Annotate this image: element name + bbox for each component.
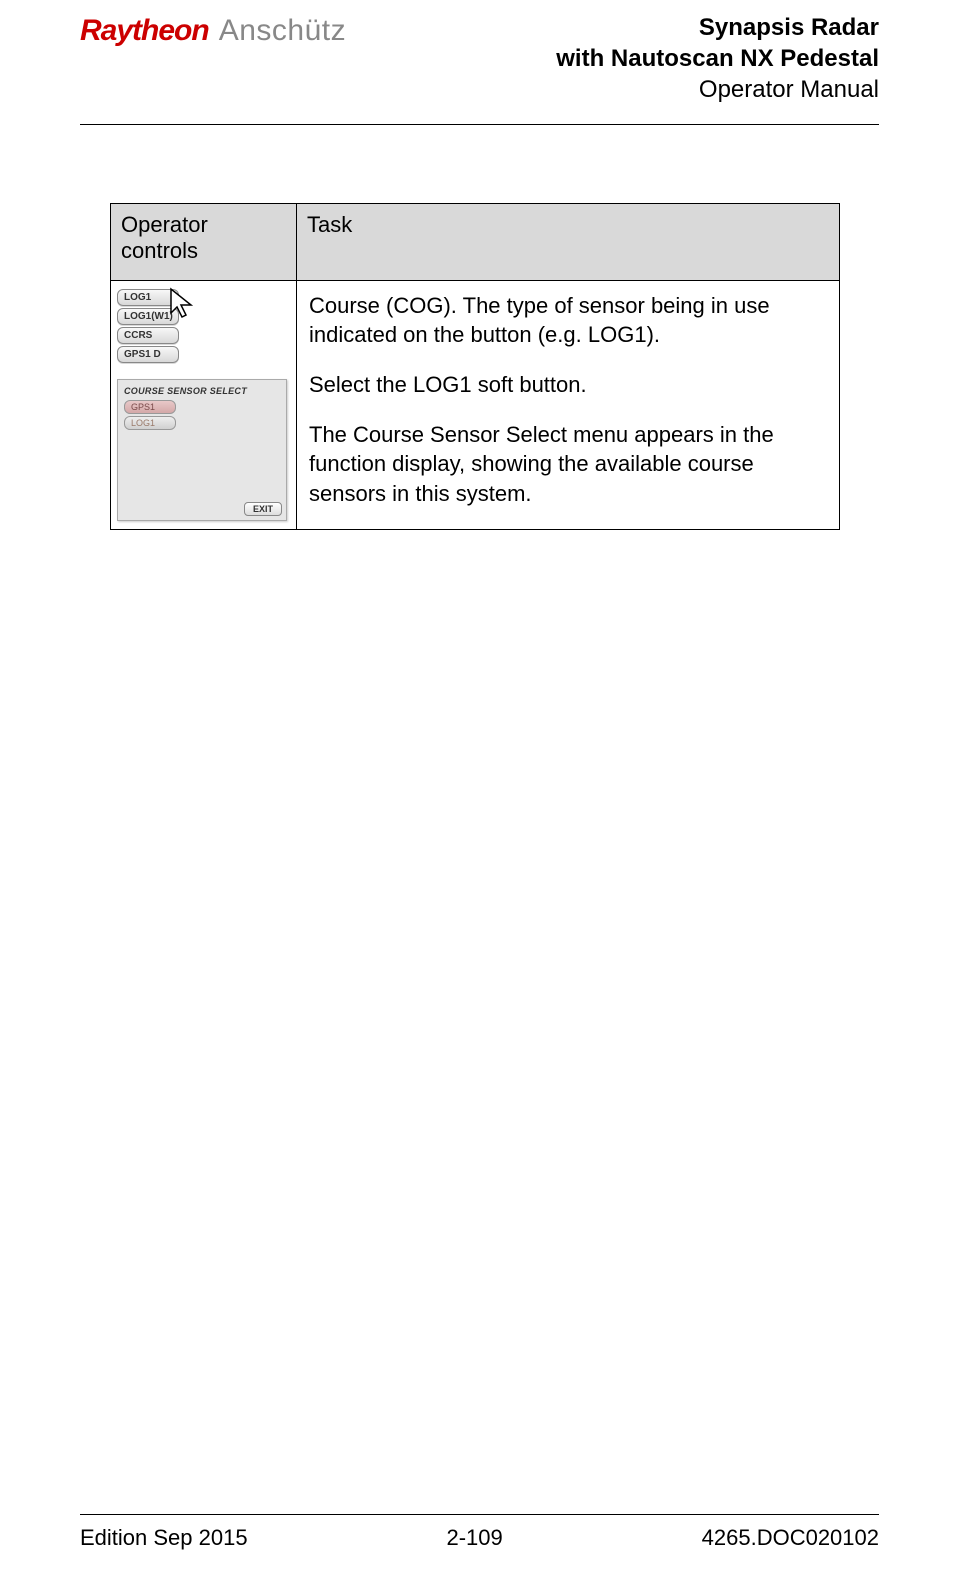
panel-title: COURSE SENSOR SELECT xyxy=(118,380,286,400)
cursor-arrow-icon xyxy=(167,287,197,325)
panel-list: GPS1 LOG1 xyxy=(118,400,286,430)
footer-edition: Edition Sep 2015 xyxy=(80,1525,248,1551)
button-stack: LOG1 LOG1(W1) CCRS GPS1 D xyxy=(117,289,197,363)
page-footer: Edition Sep 2015 2-109 4265.DOC020102 xyxy=(80,1514,879,1591)
soft-button-gps1d[interactable]: GPS1 D xyxy=(117,346,179,363)
header-titles: Synapsis Radar with Nautoscan NX Pedesta… xyxy=(556,12,879,106)
logo: Raytheon Anschütz xyxy=(80,12,346,48)
panel-item-log1[interactable]: LOG1 xyxy=(124,416,176,430)
soft-button-ccrs[interactable]: CCRS xyxy=(117,327,179,344)
task-paragraph-2: Select the LOG1 soft button. xyxy=(309,370,827,400)
controls-cell: LOG1 LOG1(W1) CCRS GPS1 D COURSE SENSOR … xyxy=(111,280,297,529)
panel-item-gps1[interactable]: GPS1 xyxy=(124,400,176,414)
task-paragraph-3: The Course Sensor Select menu appears in… xyxy=(309,420,827,509)
logo-sub: Anschütz xyxy=(219,14,346,48)
panel-exit-button[interactable]: EXIT xyxy=(244,502,282,516)
content-area: Operator controls Task LOG1 LOG1(W1) CCR… xyxy=(80,125,879,1514)
col-header-controls: Operator controls xyxy=(111,203,297,280)
footer-docid: 4265.DOC020102 xyxy=(702,1525,879,1551)
doc-title-3: Operator Manual xyxy=(556,74,879,105)
page-header: Raytheon Anschütz Synapsis Radar with Na… xyxy=(80,0,879,125)
course-sensor-select-panel: COURSE SENSOR SELECT GPS1 LOG1 EXIT xyxy=(117,379,287,521)
task-cell: Course (COG). The type of sensor being i… xyxy=(297,280,840,529)
doc-title-1: Synapsis Radar xyxy=(556,12,879,43)
footer-page-number: 2-109 xyxy=(446,1525,502,1551)
task-paragraph-1: Course (COG). The type of sensor being i… xyxy=(309,291,827,350)
operator-task-table: Operator controls Task LOG1 LOG1(W1) CCR… xyxy=(110,203,840,530)
col-header-task: Task xyxy=(297,203,840,280)
logo-brand: Raytheon xyxy=(80,14,209,48)
doc-title-2: with Nautoscan NX Pedestal xyxy=(556,43,879,74)
